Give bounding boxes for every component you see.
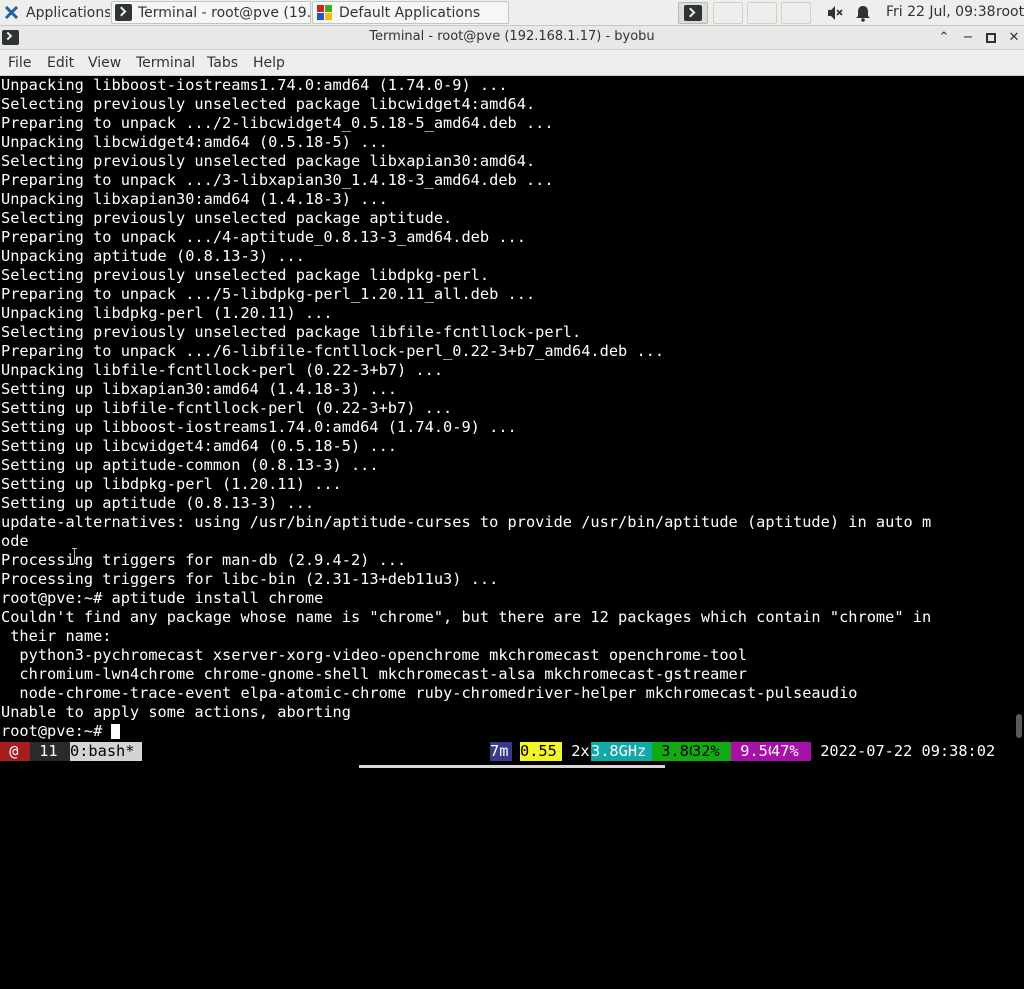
maximize-button[interactable] — [981, 28, 1001, 48]
shade-button[interactable]: ⌃ — [934, 28, 954, 48]
applications-menu-button[interactable]: Applications ☰ — [0, 1, 110, 24]
terminal-line: Unpacking libxapian30:amd64 (1.4.18-3) .… — [1, 190, 388, 208]
load-average: 0.55 — [520, 742, 562, 761]
terminal-line: Unpacking libboost-iostreams1.74.0:amd64… — [1, 76, 508, 94]
terminal-line: Selecting previously unselected package … — [1, 266, 490, 284]
terminal-line: Preparing to unpack .../3-libxapian30_1.… — [1, 171, 554, 189]
disk-total: 9.5G — [731, 742, 778, 761]
terminal-line: Selecting previously unselected package … — [1, 152, 536, 170]
terminal-line: Unable to apply some actions, aborting — [1, 703, 351, 721]
terminal-line: Preparing to unpack .../4-aptitude_0.8.1… — [1, 228, 526, 246]
byobu-status-bar: @ 11 0:bash* 7m 0.55 2x 3.8GHz 3.8G 32% … — [0, 742, 1024, 762]
terminal-line: Selecting previously unselected package … — [1, 209, 453, 227]
cpu-frequency: 3.8GHz — [591, 742, 652, 761]
taskbar-item-label: Terminal - root@pve (19... — [138, 4, 311, 21]
menu-help[interactable]: Help — [253, 55, 285, 71]
terminal-line: Setting up aptitude-common (0.8.13-3) ..… — [1, 456, 379, 474]
terminal-line: Selecting previously unselected package … — [1, 323, 582, 341]
workspace-4-button[interactable] — [781, 2, 811, 24]
terminal-line: Preparing to unpack .../5-libdpkg-perl_1… — [1, 285, 536, 303]
menu-file[interactable]: File — [8, 55, 31, 71]
menu-edit[interactable]: Edit — [47, 55, 74, 71]
notification-bell-icon[interactable] — [855, 4, 871, 26]
mouse-ibeam-icon — [72, 548, 78, 564]
terminal-line: python3-pychromecast xserver-xorg-video-… — [1, 646, 747, 664]
terminal-line: Processing triggers for man-db (2.9.4-2)… — [1, 551, 407, 569]
terminal-line: Setting up libcwidget4:amd64 (0.5.18-5) … — [1, 437, 398, 455]
updates-count: 11 — [30, 742, 70, 761]
disk-percent: 47% — [771, 742, 811, 761]
scrollbar-thumb[interactable] — [1016, 714, 1022, 738]
workspace-3-button[interactable] — [747, 2, 777, 24]
terminal-line: Unpacking aptitude (0.8.13-3) ... — [1, 247, 305, 265]
taskbar-item-default-applications[interactable]: Default Applications — [312, 1, 509, 24]
workspace-2-button[interactable] — [713, 2, 743, 24]
cpu-count: 2x — [562, 742, 590, 760]
memory-percent: 32% — [692, 742, 731, 761]
applications-label: Applications ☰ — [26, 4, 110, 21]
taskbar-item-label: Default Applications — [339, 4, 481, 21]
terminal-line: node-chrome-trace-event elpa-atomic-chro… — [1, 684, 858, 702]
terminal-line: ode — [1, 532, 29, 550]
uptime: 7m — [490, 742, 512, 761]
terminal-line: their name: — [1, 627, 112, 645]
terminal-line: Preparing to unpack .../6-libfile-fcntll… — [1, 342, 665, 360]
terminal-line: Unpacking libfile-fcntllock-perl (0.22-3… — [1, 361, 444, 379]
terminal-line: Preparing to unpack .../2-libcwidget4_0.… — [1, 114, 554, 132]
window-titlebar[interactable]: Terminal - root@pve (192.168.1.17) - byo… — [0, 26, 1024, 50]
default-applications-icon — [316, 4, 333, 21]
terminal-line: Setting up libxapian30:amd64 (1.4.18-3) … — [1, 380, 398, 398]
taskbar-item-terminal[interactable]: Terminal - root@pve (19... — [111, 1, 311, 24]
menubar: File Edit View Terminal Tabs Help — [0, 50, 1024, 76]
terminal-scrollbar[interactable] — [1013, 76, 1024, 742]
byobu-logo: @ — [0, 742, 30, 761]
terminal-line: root@pve:~# aptitude install chrome — [1, 589, 324, 607]
terminal-line: Unpacking libcwidget4:amd64 (0.5.18-5) .… — [1, 133, 388, 151]
status-datetime: 2022-07-22 09:38:02 — [811, 742, 996, 760]
byobu-window-tab[interactable]: 0:bash* — [70, 742, 142, 761]
terminal-line: Setting up libfile-fcntllock-perl (0.22-… — [1, 399, 453, 417]
panel-clock[interactable]: Fri 22 Jul, 09:38 — [886, 4, 996, 20]
terminal-line: Couldn't find any package whose name is … — [1, 608, 932, 626]
terminal-line: update-alternatives: using /usr/bin/apti… — [1, 513, 932, 531]
terminal-icon — [684, 5, 702, 21]
terminal-line: Setting up libboost-iostreams1.74.0:amd6… — [1, 418, 517, 436]
menu-tabs[interactable]: Tabs — [207, 55, 238, 71]
close-button[interactable]: ✕ — [1004, 28, 1024, 48]
terminal-output[interactable]: Unpacking libboost-iostreams1.74.0:amd64… — [0, 76, 1013, 742]
text-cursor — [111, 724, 121, 739]
workspace-1-button[interactable] — [678, 2, 708, 24]
window-title: Terminal - root@pve (192.168.1.17) - byo… — [369, 29, 655, 44]
user-menu[interactable]: root — [996, 4, 1024, 20]
terminal-line: root@pve:~# — [1, 722, 112, 740]
terminal-line: Unpacking libdpkg-perl (1.20.11) ... — [1, 304, 333, 322]
top-panel: Applications ☰ Terminal - root@pve (19..… — [0, 0, 1024, 26]
menu-terminal[interactable]: Terminal — [136, 55, 195, 71]
memory-total: 3.8G — [652, 742, 699, 761]
terminal-line: Setting up aptitude (0.8.13-3) ... — [1, 494, 315, 512]
terminal-line: Processing triggers for libc-bin (2.31-1… — [1, 570, 499, 588]
volume-muted-icon[interactable] — [826, 4, 844, 26]
xfce-logo-icon — [3, 4, 20, 21]
terminal-line: Setting up libdpkg-perl (1.20.11) ... — [1, 475, 342, 493]
terminal-icon — [115, 4, 132, 21]
minimize-button[interactable]: − — [958, 28, 978, 48]
menu-view[interactable]: View — [88, 55, 121, 71]
terminal-line: chromium-lwn4chrome chrome-gnome-shell m… — [1, 665, 747, 683]
terminal-line: Selecting previously unselected package … — [1, 95, 536, 113]
